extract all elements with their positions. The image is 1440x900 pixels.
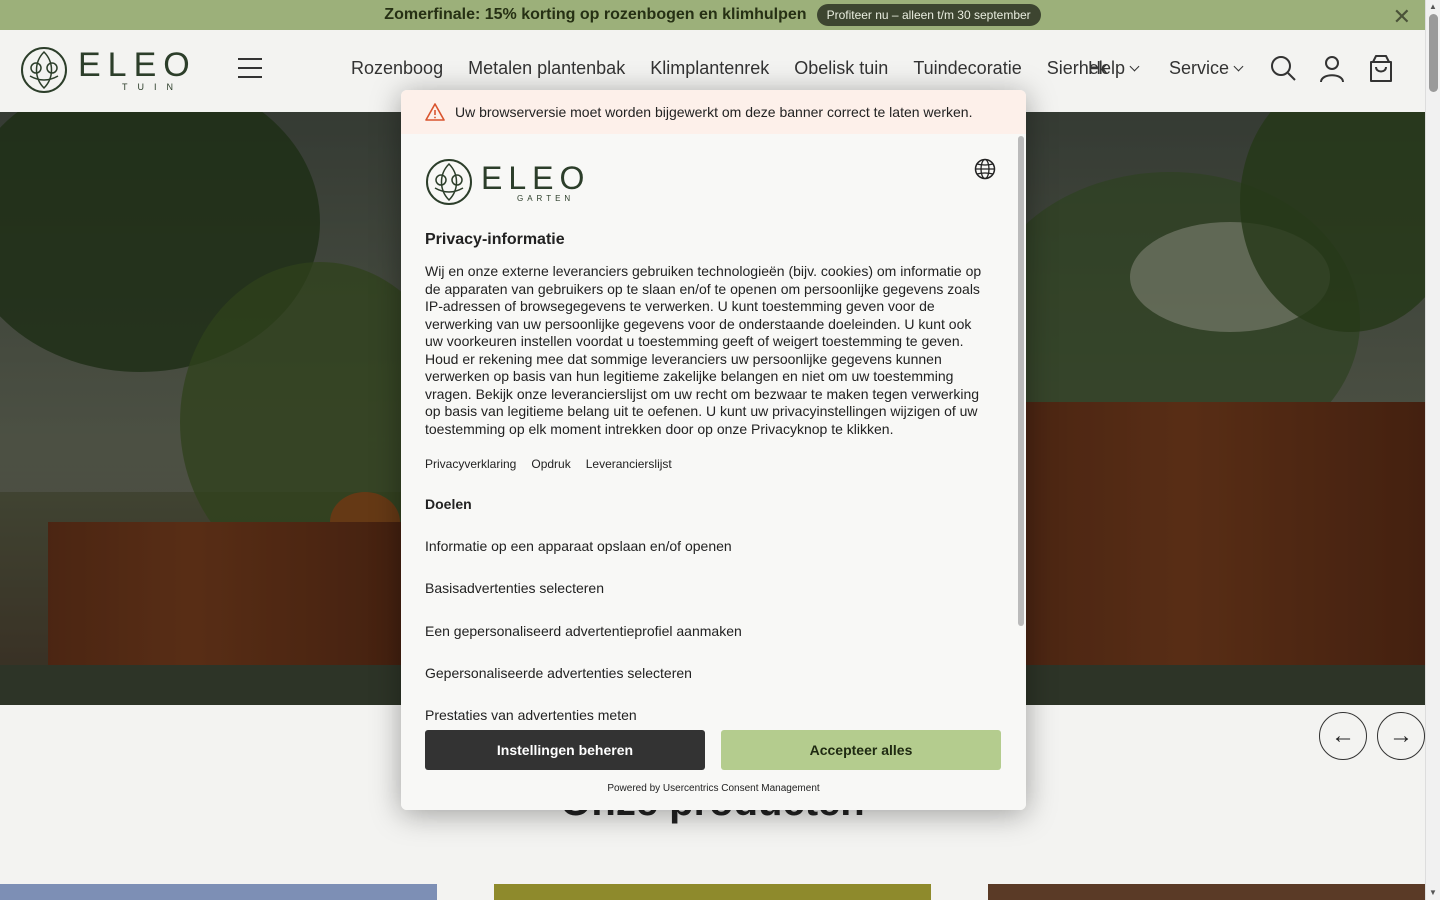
logo-emblem-icon (21, 47, 67, 93)
consent-dialog: Uw browserversie moet worden bijgewerkt … (401, 90, 1026, 810)
menu-icon[interactable] (238, 58, 262, 78)
promo-cta-button[interactable]: Profiteer nu – alleen t/m 30 september (816, 4, 1041, 26)
logo-wordmark: ELEO (78, 46, 197, 84)
language-globe-icon[interactable] (974, 158, 996, 180)
powered-by-text: Powered by Usercentrics Consent Manageme… (607, 783, 820, 794)
nav-item-metalen-plantenbak[interactable]: Metalen plantenbak (468, 58, 625, 79)
product-card[interactable] (0, 884, 437, 900)
nav-help-label: Help (1088, 58, 1126, 78)
product-card[interactable] (494, 884, 931, 900)
vendor-list-link[interactable]: Leverancierslijst (586, 457, 672, 471)
purpose-item[interactable]: Een gepersonaliseerd advertentieprofiel … (425, 623, 742, 639)
purpose-item[interactable]: Gepersonaliseerde advertenties selectere… (425, 665, 692, 681)
consent-logo-wordmark: ELEO (481, 159, 591, 196)
carousel-next-button[interactable]: → (1377, 712, 1425, 760)
search-icon[interactable] (1269, 54, 1297, 82)
product-card[interactable] (988, 884, 1425, 900)
logo-emblem-icon (426, 159, 472, 205)
consent-links: Privacyverklaring Opdruk Leverancierslij… (425, 457, 672, 471)
purpose-item[interactable]: Informatie op een apparaat opslaan en/of… (425, 538, 732, 554)
nav-item-rozenboog[interactable]: Rozenboog (351, 58, 443, 79)
accept-all-button[interactable]: Accepteer alles (721, 730, 1001, 770)
chevron-down-icon (1129, 61, 1140, 72)
consent-scrollbar-thumb[interactable] (1018, 136, 1024, 626)
page-scrollbar[interactable]: ▲ ▼ (1425, 0, 1440, 900)
nav-service-dropdown[interactable]: Service (1169, 58, 1244, 79)
main-nav: Rozenboog Metalen plantenbak Klimplanten… (351, 58, 1133, 79)
cart-icon[interactable] (1367, 54, 1395, 84)
consent-body[interactable]: ELEO GARTEN Privacy-informatie Wij en on… (401, 134, 1026, 720)
consent-logo-subtitle: GARTEN (517, 193, 575, 203)
consent-footer: Instellingen beheren Accepteer alles Pow… (401, 720, 1026, 810)
promo-bar: Zomerfinale: 15% korting op rozenbogen e… (0, 0, 1425, 30)
purposes-heading: Doelen (425, 496, 472, 512)
manage-settings-button[interactable]: Instellingen beheren (425, 730, 705, 770)
purpose-item[interactable]: Prestaties van advertenties meten (425, 707, 637, 720)
consent-title: Privacy-informatie (425, 231, 565, 248)
account-icon[interactable] (1318, 54, 1346, 84)
privacy-statement-link[interactable]: Privacyverklaring (425, 457, 516, 471)
promo-text: Zomerfinale: 15% korting op rozenbogen e… (384, 6, 807, 23)
nav-item-obelisk-tuin[interactable]: Obelisk tuin (794, 58, 888, 79)
nav-item-tuindecoratie[interactable]: Tuindecoratie (913, 58, 1021, 79)
nav-service-label: Service (1169, 58, 1230, 78)
site-logo[interactable]: ELEO TUIN (20, 46, 197, 94)
browser-warning-text: Uw browserversie moet worden bijgewerkt … (455, 104, 973, 120)
nav-item-klimplantenrek[interactable]: Klimplantenrek (650, 58, 769, 79)
consent-scrollbar[interactable] (1016, 134, 1026, 720)
arrow-left-icon: ← (1331, 722, 1355, 749)
imprint-link[interactable]: Opdruk (531, 457, 570, 471)
browser-warning: Uw browserversie moet worden bijgewerkt … (401, 90, 1026, 134)
consent-logo: ELEO GARTEN (425, 158, 590, 206)
logo-subtitle: TUIN (122, 82, 183, 92)
promo-close-icon[interactable]: ✕ (1393, 4, 1411, 30)
carousel-prev-button[interactable]: ← (1319, 712, 1367, 760)
warning-icon (425, 103, 445, 121)
consent-description: Wij en onze externe leveranciers gebruik… (425, 263, 982, 437)
arrow-right-icon: → (1389, 722, 1413, 749)
chevron-down-icon (1233, 61, 1244, 72)
purpose-item[interactable]: Basisadvertenties selecteren (425, 580, 604, 596)
page-scrollbar-thumb[interactable] (1429, 14, 1438, 92)
nav-help-dropdown[interactable]: Help (1088, 58, 1140, 79)
